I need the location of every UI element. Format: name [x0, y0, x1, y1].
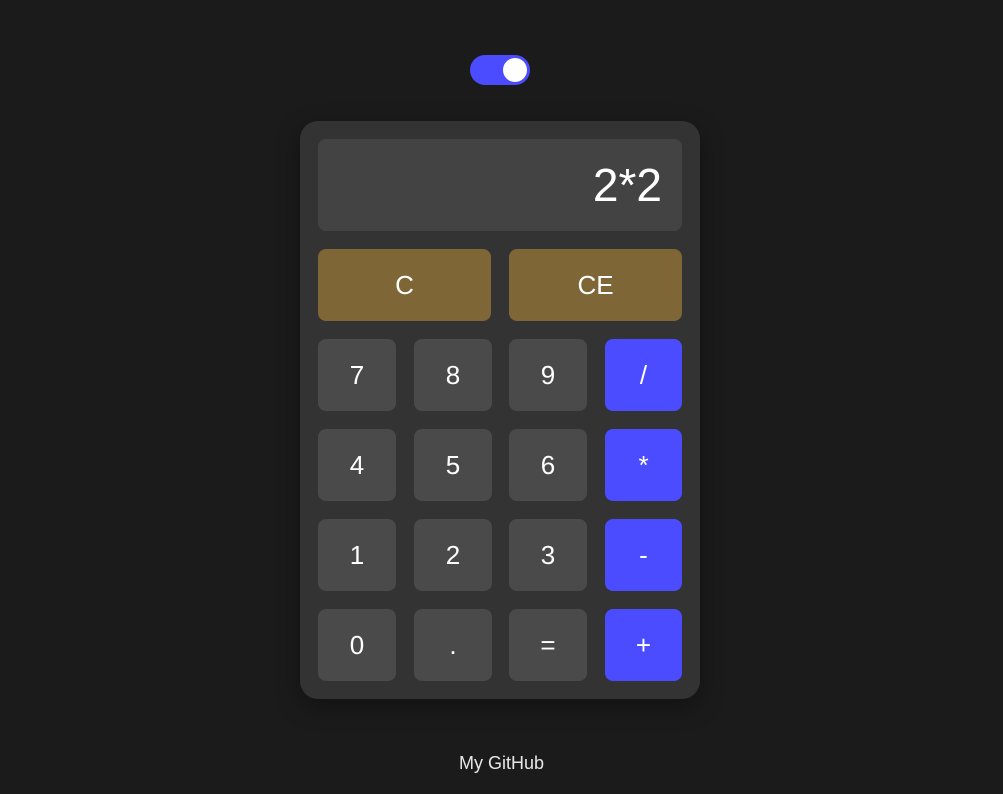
six-button[interactable]: 6: [509, 429, 587, 501]
calculator-display: 2*2: [318, 139, 682, 231]
zero-button[interactable]: 0: [318, 609, 396, 681]
seven-button[interactable]: 7: [318, 339, 396, 411]
nine-button[interactable]: 9: [509, 339, 587, 411]
decimal-button[interactable]: .: [414, 609, 492, 681]
five-button[interactable]: 5: [414, 429, 492, 501]
one-button[interactable]: 1: [318, 519, 396, 591]
calculator: 2*2 C CE 7 8 9 / 4 5 6 * 1 2 3 - 0 . = +: [300, 121, 700, 699]
page: 2*2 C CE 7 8 9 / 4 5 6 * 1 2 3 - 0 . = +…: [0, 0, 1003, 794]
eight-button[interactable]: 8: [414, 339, 492, 411]
equals-button[interactable]: =: [509, 609, 587, 681]
clear-entry-button[interactable]: CE: [509, 249, 682, 321]
theme-toggle[interactable]: [470, 55, 530, 85]
two-button[interactable]: 2: [414, 519, 492, 591]
four-button[interactable]: 4: [318, 429, 396, 501]
subtract-button[interactable]: -: [605, 519, 682, 591]
display-value: 2*2: [592, 159, 662, 211]
three-button[interactable]: 3: [509, 519, 587, 591]
multiply-button[interactable]: *: [605, 429, 682, 501]
github-link[interactable]: My GitHub: [0, 753, 1003, 774]
add-button[interactable]: +: [605, 609, 682, 681]
toggle-knob: [503, 58, 527, 82]
clear-button[interactable]: C: [318, 249, 491, 321]
divide-button[interactable]: /: [605, 339, 682, 411]
